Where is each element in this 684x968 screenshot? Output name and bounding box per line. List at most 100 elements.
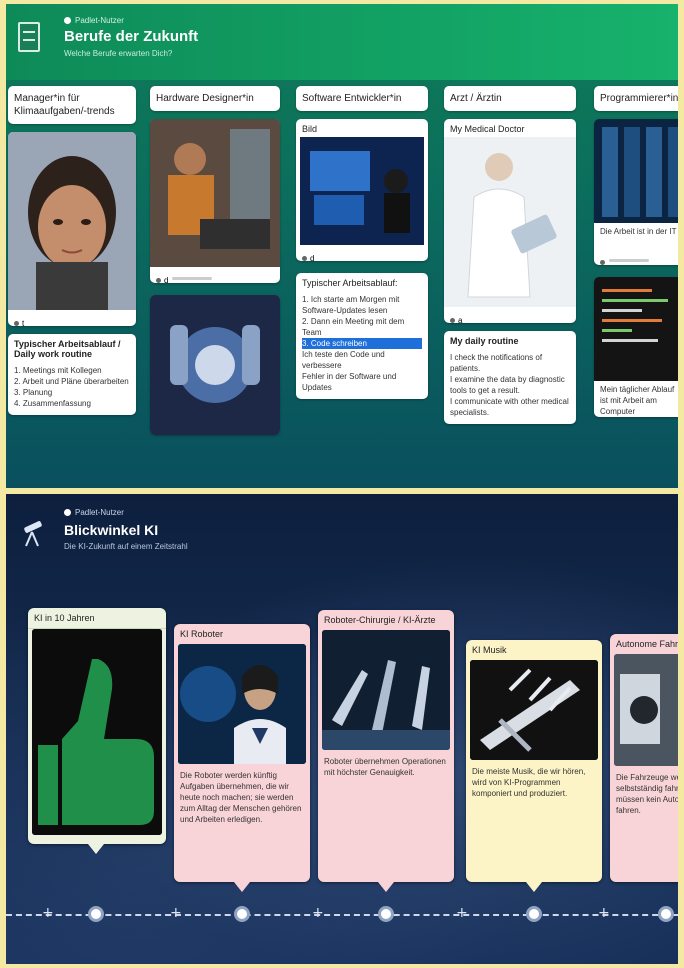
column-heading[interactable]: Software Entwickler*in	[296, 86, 428, 111]
column-hardware: Hardware Designer*in d	[150, 86, 280, 435]
card-text: I check the notifications of patients. I…	[450, 353, 569, 417]
timeline-card[interactable]: KI in 10 Jahren	[28, 608, 166, 844]
card-title: Typischer Arbeitsablauf / Daily work rou…	[14, 339, 121, 359]
doctor-illustration	[444, 137, 576, 307]
timeline-card[interactable]: KI Roboter Die Roboter werden künftig Au…	[174, 624, 310, 882]
self-driving-car-illustration	[614, 654, 678, 766]
code-image	[594, 277, 678, 381]
caption-dot-icon	[156, 278, 161, 283]
caption-dot-icon	[450, 318, 455, 323]
robotic-surgery-illustration	[322, 630, 450, 750]
card-caption: d	[310, 254, 315, 261]
post-card[interactable]: Typischer Arbeitsablauf: 1. Ich starte a…	[296, 273, 428, 399]
padlet-board-ki-timeline: Padlet-Nutzer Blickwinkel KI Die KI-Zuku…	[6, 494, 678, 964]
add-post-icon[interactable]: +	[170, 905, 182, 921]
post-card[interactable]: d	[150, 119, 280, 283]
timeline-node[interactable]	[88, 906, 104, 922]
portrait-image	[8, 132, 136, 310]
card-title: Roboter-Chirurgie / KI-Ärzte	[324, 615, 436, 625]
card-footer: d	[150, 267, 280, 283]
humanoid-robot-image	[178, 644, 306, 764]
timeline-card[interactable]: Roboter-Chirurgie / KI-Ärzte Roboter übe…	[318, 610, 454, 882]
column-heading[interactable]: Hardware Designer*in	[150, 86, 280, 111]
card-text: Die meiste Musik, die wir hören, wird vo…	[472, 767, 586, 798]
text-line: Fehler in der Software und	[302, 372, 397, 381]
add-post-icon[interactable]: +	[42, 905, 54, 921]
timeline-node[interactable]	[658, 906, 674, 922]
card-title: Typischer Arbeitsablauf:	[302, 278, 398, 288]
card-footer	[594, 249, 678, 265]
post-card[interactable]: Die Arbeit ist in der IT	[594, 119, 678, 265]
post-card[interactable]	[150, 295, 280, 435]
timeline-node[interactable]	[234, 906, 250, 922]
caption-dot-icon	[302, 256, 307, 261]
robotic-surgery-image	[322, 630, 450, 750]
board-logo-icon	[18, 22, 40, 52]
card-caption: a	[458, 316, 463, 323]
board-author[interactable]: Padlet-Nutzer	[64, 508, 124, 517]
board-title: Blickwinkel KI	[64, 522, 159, 538]
padlet-board-berufe: Padlet-Nutzer Berufe der Zukunft Welche …	[6, 4, 678, 488]
server-image	[594, 119, 678, 223]
card-title: KI in 10 Jahren	[28, 608, 166, 629]
column-manager: Manager*in für Klimaaufgaben/-trends t T…	[8, 86, 136, 415]
post-card[interactable]: My daily routine I check the notificatio…	[444, 331, 576, 424]
timeline-node[interactable]	[526, 906, 542, 922]
post-card[interactable]: Typischer Arbeitsablauf / Daily work rou…	[8, 334, 136, 415]
card-footer: d	[296, 245, 428, 261]
board-author[interactable]: Padlet-Nutzer	[64, 16, 124, 25]
add-post-icon[interactable]: +	[312, 905, 324, 921]
column-programmierer: Programmierer*in Die Arbeit ist in der I…	[594, 86, 678, 417]
card-text: Die Fahrzeuge werden selbstständig fahre…	[616, 773, 678, 815]
card-text: Mein täglicher Ablauf ist mit Arbeit am …	[600, 385, 675, 416]
author-name: Padlet-Nutzer	[75, 508, 124, 517]
column-software: Software Entwickler*in Bild d Typischer …	[296, 86, 428, 399]
card-text: 1. Ich starte am Morgen mit Software-Upd…	[296, 291, 428, 399]
card-caption: Die Arbeit ist in der IT	[600, 227, 677, 236]
board-subtitle: Die KI-Zukunft auf einem Zeitstrahl	[64, 542, 188, 551]
robot-piano-image	[470, 660, 598, 760]
developer-illustration	[300, 137, 424, 245]
card-caption: d	[164, 276, 169, 283]
post-card[interactable]: Mein täglicher Ablauf ist mit Arbeit am …	[594, 277, 678, 417]
timeline-node[interactable]	[378, 906, 394, 922]
post-card[interactable]: t	[8, 132, 136, 326]
engineer-illustration	[150, 119, 280, 267]
engineer-image	[150, 119, 280, 267]
card-title: KI Musik	[472, 645, 507, 655]
add-post-icon[interactable]: +	[598, 905, 610, 921]
card-title: KI Roboter	[180, 629, 224, 639]
timeline-card[interactable]: KI Musik Die meiste Musik, die wir hören…	[466, 640, 602, 882]
telescope-icon	[24, 521, 42, 547]
post-card[interactable]: Bild d	[296, 119, 428, 261]
robot-piano-illustration	[470, 660, 598, 760]
portrait-illustration	[8, 132, 136, 310]
column-heading[interactable]: Programmierer*in	[594, 86, 678, 111]
humanoid-robot-illustration	[178, 644, 306, 764]
timeline-axis	[6, 914, 678, 916]
card-footer: a	[444, 307, 576, 323]
card-footer: t	[8, 310, 136, 326]
card-title: My daily routine	[450, 336, 519, 346]
avatar[interactable]	[64, 509, 71, 517]
timeline-card[interactable]: Autonome Fahrzeuge Die Fahrzeuge werden …	[610, 634, 678, 882]
avatar[interactable]	[64, 17, 71, 25]
column-heading[interactable]: Arzt / Ärztin	[444, 86, 576, 111]
text-line: Updates	[302, 383, 332, 392]
board-title: Berufe der Zukunft	[64, 28, 199, 45]
text-line: Ich teste den Code und verbessere	[302, 350, 385, 370]
card-caption: t	[22, 319, 25, 326]
card-title: Autonome Fahrzeuge	[616, 639, 678, 649]
self-driving-car-image	[614, 654, 678, 766]
column-heading[interactable]: Manager*in für Klimaaufgaben/-trends	[8, 86, 136, 124]
robot-illustration	[150, 295, 280, 435]
author-name: Padlet-Nutzer	[75, 16, 124, 25]
server-illustration	[594, 119, 678, 223]
highlighted-text: 3. Code schreiben	[302, 338, 422, 349]
board-header: Padlet-Nutzer Berufe der Zukunft Welche …	[6, 4, 678, 80]
column-arzt: Arzt / Ärztin My Medical Doctor a My dai…	[444, 86, 576, 424]
post-card[interactable]: My Medical Doctor a	[444, 119, 576, 323]
doctor-image	[444, 137, 576, 307]
add-post-icon[interactable]: +	[456, 905, 468, 921]
board-subtitle: Welche Berufe erwarten Dich?	[64, 49, 173, 58]
